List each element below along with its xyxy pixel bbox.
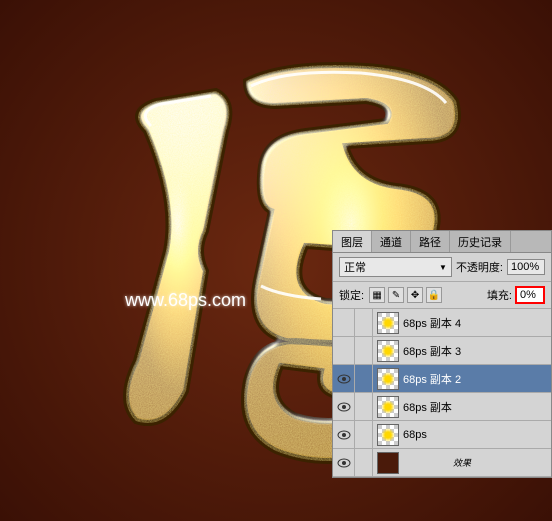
visibility-toggle[interactable] — [333, 365, 355, 393]
layer-name[interactable]: 68ps 副本 4 — [403, 315, 551, 331]
blend-mode-select[interactable]: 正常 ▼ — [339, 257, 452, 277]
layer-thumbnail[interactable] — [377, 312, 399, 334]
tab-channels[interactable]: 通道 — [372, 231, 411, 252]
link-col — [355, 309, 373, 337]
eye-icon — [337, 458, 351, 468]
layer-row[interactable]: 效果 — [333, 449, 551, 477]
eye-icon — [337, 374, 351, 384]
opacity-input[interactable]: 100% — [507, 259, 545, 275]
eye-icon — [337, 430, 351, 440]
layer-name[interactable]: 68ps 副本 2 — [403, 371, 551, 387]
chevron-down-icon: ▼ — [439, 263, 447, 272]
visibility-toggle[interactable] — [333, 309, 355, 337]
visibility-toggle[interactable] — [333, 449, 355, 477]
layer-name[interactable]: 68ps — [403, 429, 551, 441]
tab-layers[interactable]: 图层 — [333, 231, 372, 252]
layer-thumbnail[interactable] — [377, 452, 399, 474]
layer-row[interactable]: 68ps — [333, 421, 551, 449]
layers-panel: 图层 通道 路径 历史记录 正常 ▼ 不透明度: 100% 锁定: ▦ ✎ ✥ … — [332, 230, 552, 478]
fill-label: 填充: — [487, 287, 512, 303]
layers-list: 68ps 副本 4 68ps 副本 3 68ps 副本 2 68ps 副本 — [333, 309, 551, 477]
layer-thumbnail[interactable] — [377, 396, 399, 418]
lock-label: 锁定: — [339, 287, 364, 303]
layer-name[interactable]: 68ps 副本 3 — [403, 343, 551, 359]
tab-history[interactable]: 历史记录 — [450, 231, 511, 252]
layer-thumbnail[interactable] — [377, 424, 399, 446]
watermark-text: www.68ps.com — [125, 290, 246, 311]
lock-transparency-icon[interactable]: ▦ — [369, 287, 385, 303]
lock-position-icon[interactable]: ✥ — [407, 287, 423, 303]
link-col — [355, 393, 373, 421]
eye-icon — [337, 402, 351, 412]
link-col — [355, 337, 373, 365]
link-col — [355, 449, 373, 477]
visibility-toggle[interactable] — [333, 421, 355, 449]
panel-tabs: 图层 通道 路径 历史记录 — [333, 231, 551, 253]
fx-label[interactable]: 效果 — [403, 456, 551, 469]
tab-paths[interactable]: 路径 — [411, 231, 450, 252]
visibility-toggle[interactable] — [333, 337, 355, 365]
opacity-label: 不透明度: — [456, 259, 503, 275]
lock-row: 锁定: ▦ ✎ ✥ 🔒 填充: 0% — [333, 282, 551, 309]
layer-row[interactable]: 68ps 副本 — [333, 393, 551, 421]
lock-pixels-icon[interactable]: ✎ — [388, 287, 404, 303]
layer-row[interactable]: 68ps 副本 2 — [333, 365, 551, 393]
blend-mode-value: 正常 — [344, 259, 366, 275]
link-col — [355, 365, 373, 393]
link-col — [355, 421, 373, 449]
lock-all-icon[interactable]: 🔒 — [426, 287, 442, 303]
layer-thumbnail[interactable] — [377, 340, 399, 362]
layer-thumbnail[interactable] — [377, 368, 399, 390]
layer-name[interactable]: 68ps 副本 — [403, 399, 551, 415]
fill-input[interactable]: 0% — [515, 286, 545, 304]
blend-mode-row: 正常 ▼ 不透明度: 100% — [333, 253, 551, 282]
layer-row[interactable]: 68ps 副本 3 — [333, 337, 551, 365]
layer-row[interactable]: 68ps 副本 4 — [333, 309, 551, 337]
visibility-toggle[interactable] — [333, 393, 355, 421]
